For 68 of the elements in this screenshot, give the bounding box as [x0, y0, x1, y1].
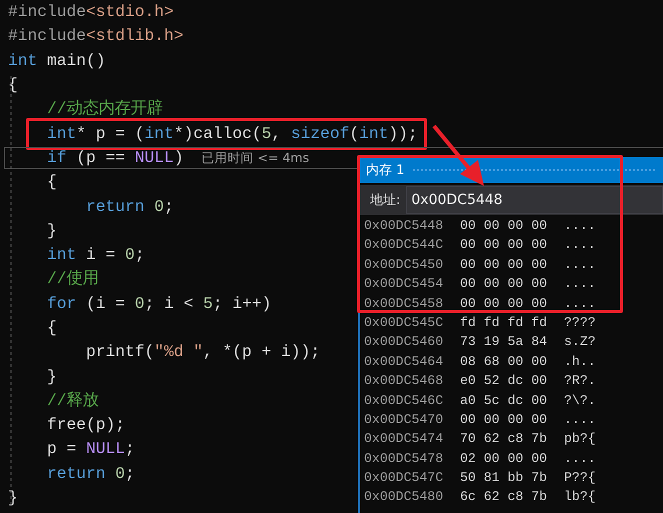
code-line: //使用: [47, 268, 99, 290]
memory-address: 0x00DC5474: [364, 430, 444, 448]
code-line: int i = 0;: [47, 244, 145, 266]
memory-ascii: ....: [564, 236, 596, 254]
memory-bytes: 73 19 5a 84: [460, 333, 548, 352]
code-line: p = NULL;: [47, 438, 135, 460]
code-line: }: [47, 220, 57, 242]
memory-address: 0x00DC544C: [364, 236, 444, 254]
memory-ascii: ?R?.: [564, 372, 596, 390]
memory-bytes: 00 00 00 00: [460, 256, 548, 274]
memory-address: 0x00DC5450: [364, 256, 444, 274]
memory-ascii: .h..: [564, 352, 596, 371]
memory-address: 0x00DC5468: [364, 372, 444, 390]
memory-ascii: ....: [564, 275, 596, 294]
code-line: //动态内存开辟: [47, 98, 163, 120]
memory-ascii: lb?{: [564, 488, 596, 506]
memory-address: 0x00DC5454: [364, 275, 444, 294]
memory-address: 0x00DC545C: [364, 314, 444, 332]
memory-ascii: P??{: [564, 469, 596, 488]
memory-ascii: ....: [564, 410, 596, 429]
code-line: for (i = 0; i < 5; i++): [47, 292, 272, 315]
memory-ascii: ????: [564, 314, 596, 332]
memory-address: 0x00DC5448: [364, 217, 444, 235]
memory-bytes: 02 00 00 00: [460, 450, 548, 468]
memory-bytes: 00 00 00 00: [460, 275, 548, 294]
memory-address: 0x00DC5480: [364, 488, 444, 506]
code-line: }: [47, 366, 57, 388]
memory-bytes: fd fd fd fd: [460, 314, 548, 332]
address-label: 地址:: [370, 192, 400, 209]
memory-address: 0x00DC546C: [364, 392, 444, 410]
memory-address: 0x00DC5470: [364, 410, 444, 429]
memory-address: 0x00DC5478: [364, 450, 444, 468]
code-line: {: [47, 171, 57, 194]
memory-address: 0x00DC5458: [364, 294, 444, 313]
memory-bytes: 00 00 00 00: [460, 217, 548, 235]
window-title: 内存 1: [366, 162, 404, 179]
memory-bytes: 00 00 00 00: [460, 236, 548, 254]
memory-bytes: a0 5c dc 00: [460, 392, 548, 410]
annotation-arrow: [432, 124, 484, 186]
memory-bytes: 70 62 c8 7b: [460, 430, 548, 448]
memory-bytes: 50 81 bb 7b: [460, 469, 548, 488]
code-line: #include<stdlib.h>: [8, 25, 184, 48]
memory-address: 0x00DC547C: [364, 469, 444, 488]
memory-ascii: ....: [564, 450, 596, 468]
code-line: #include<stdio.h>: [8, 1, 174, 24]
code-line: {: [8, 74, 18, 96]
memory-ascii: ....: [564, 217, 596, 235]
memory-bytes: e0 52 dc 00: [460, 372, 548, 390]
elapsed-time-hint: 已用时间 <= 4ms: [202, 148, 310, 167]
memory-address: 0x00DC5460: [364, 333, 444, 352]
memory-bytes: 6c 62 c8 7b: [460, 488, 548, 506]
memory-ascii: ?\?.: [564, 392, 596, 410]
code-line: free(p);: [47, 414, 126, 436]
memory-bytes: 00 00 00 00: [460, 294, 548, 313]
memory-address: 0x00DC5464: [364, 352, 444, 371]
code-line: //释放: [47, 390, 99, 412]
memory-ascii: pb?{: [564, 430, 596, 448]
memory-ascii: ....: [564, 294, 596, 313]
memory-bytes: 08 68 00 00: [460, 352, 548, 371]
code-line: return 0;: [86, 196, 174, 218]
code-line: int main(): [8, 50, 106, 72]
memory-ascii: s.Z?: [564, 333, 596, 352]
memory-bytes: 00 00 00 00: [460, 410, 548, 429]
address-field[interactable]: 0x00DC5448: [406, 186, 663, 214]
code-line: printf("%d ", *(p + i));: [86, 341, 320, 364]
code-line: {: [47, 317, 57, 339]
code-line: return 0;: [47, 462, 135, 485]
memory-ascii: ....: [564, 256, 596, 274]
